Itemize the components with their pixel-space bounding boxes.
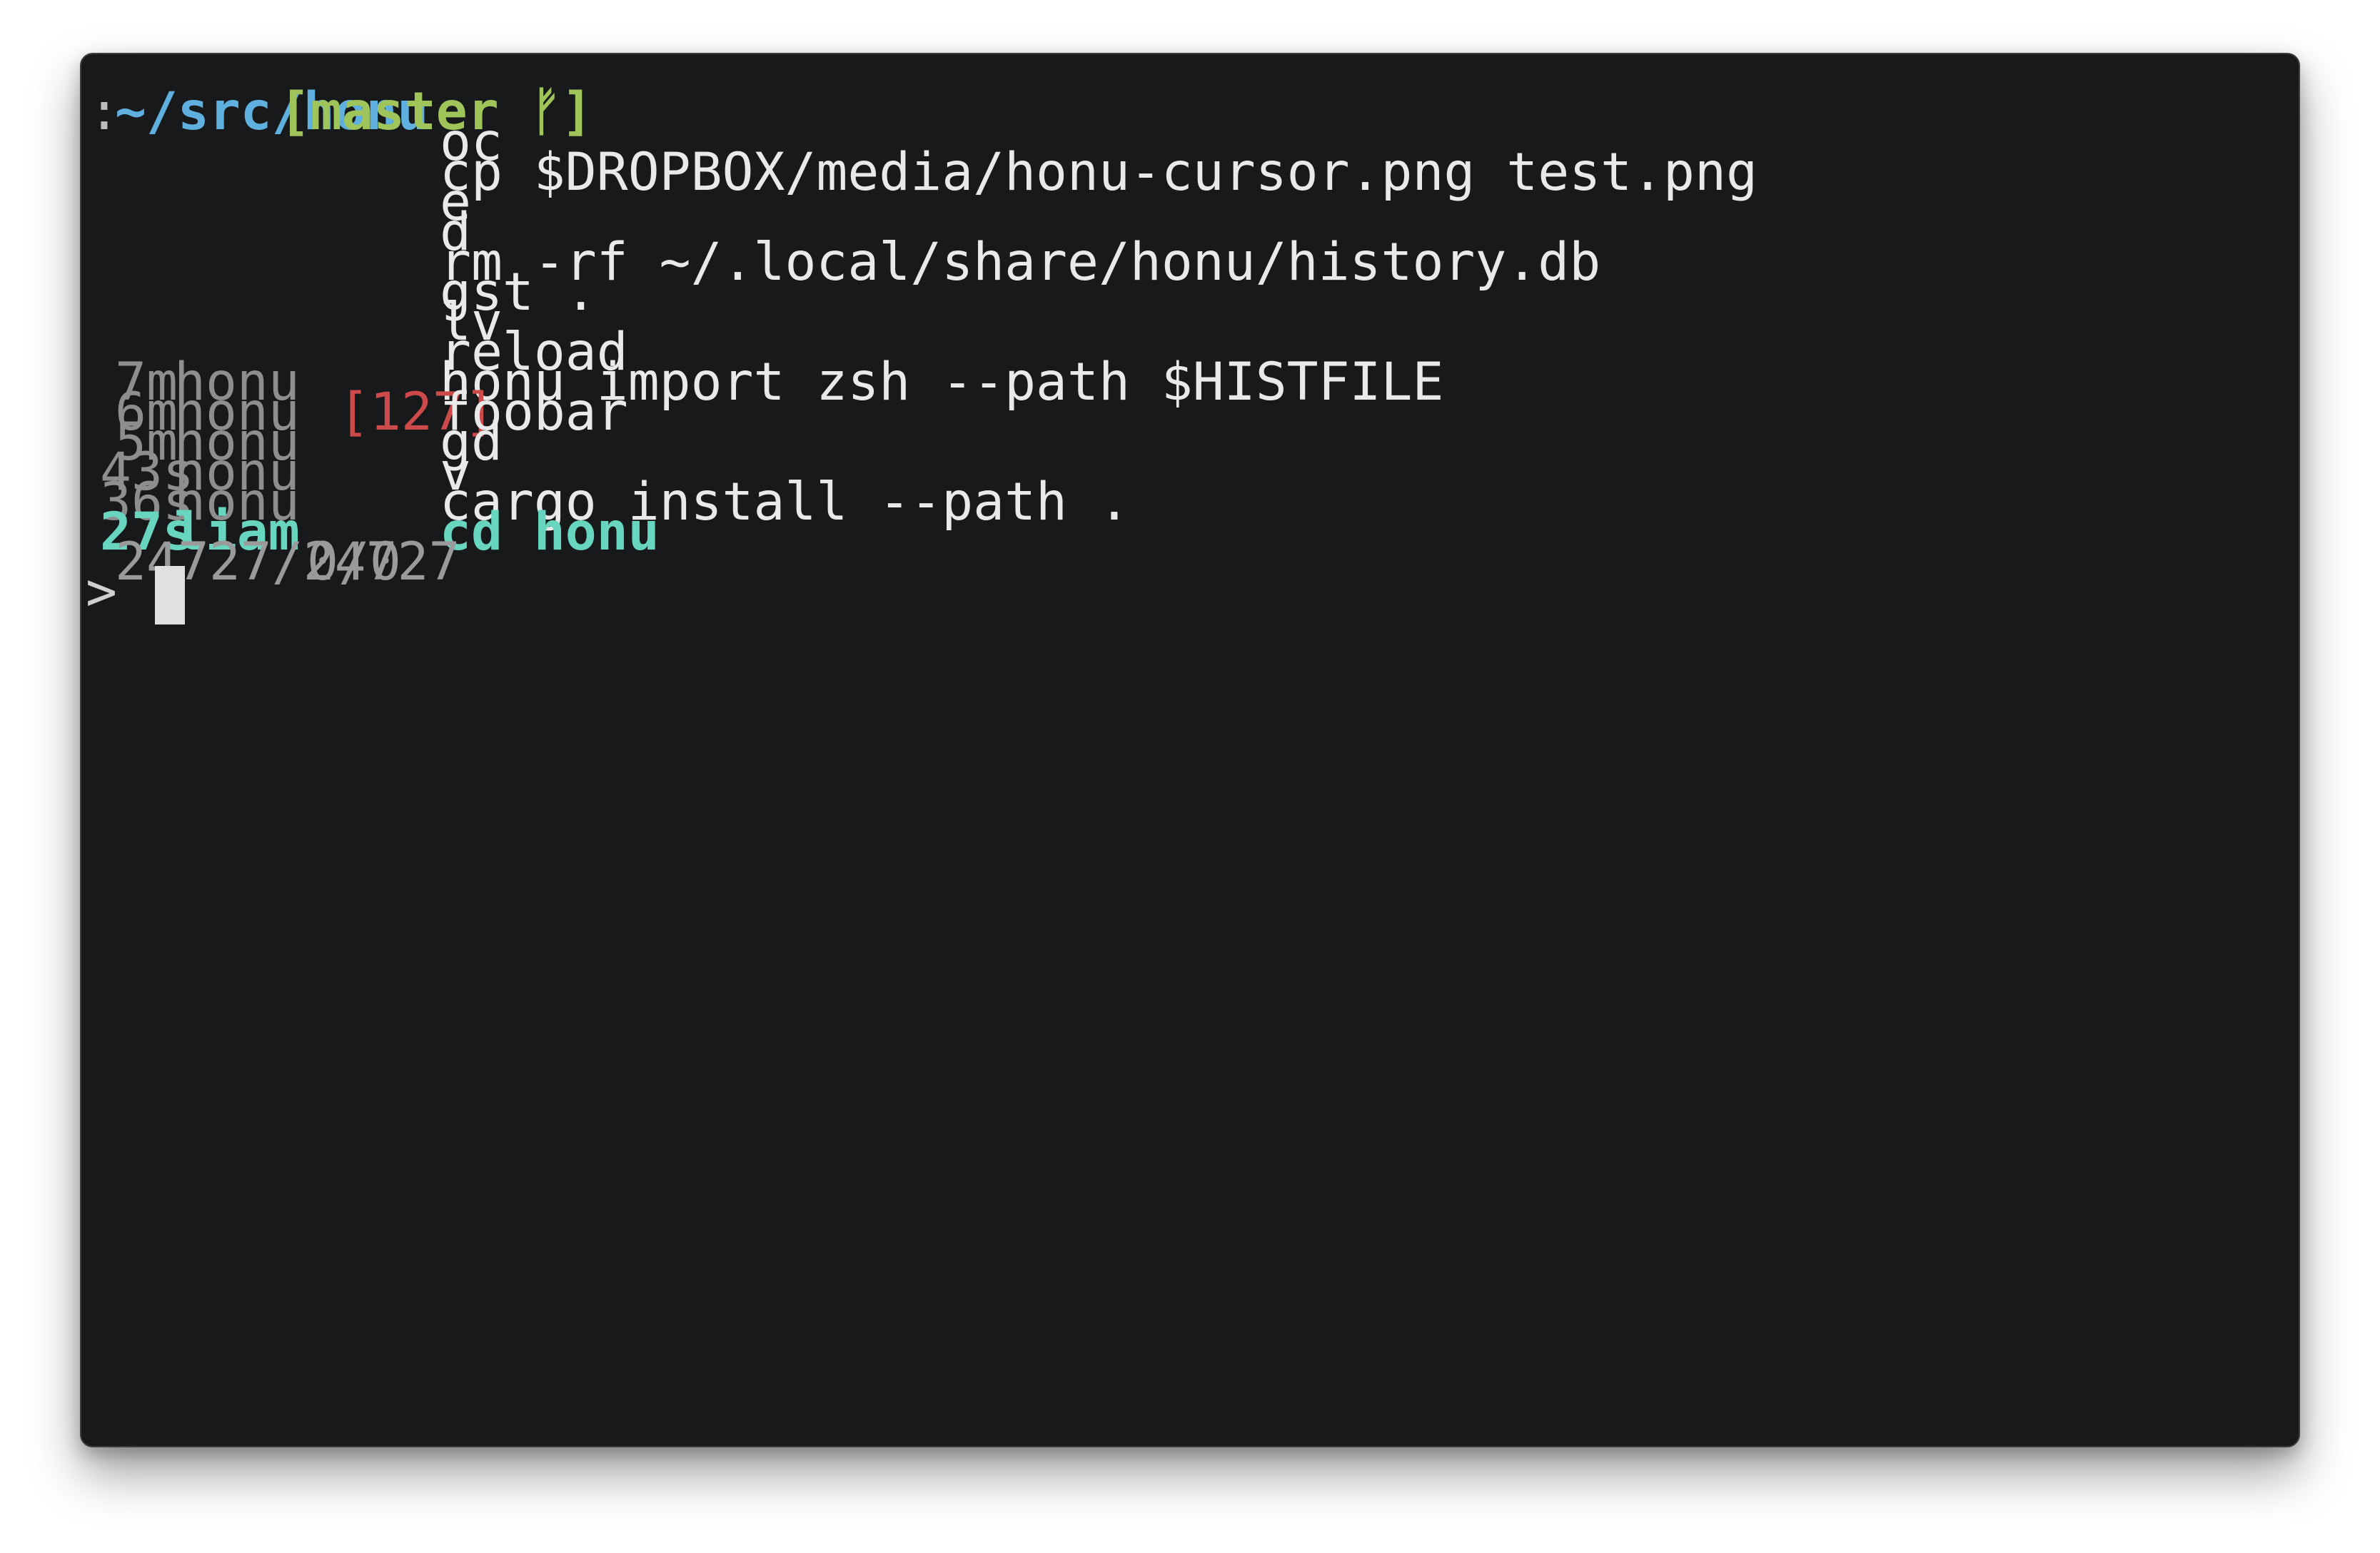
search-prompt[interactable]: > (81, 560, 270, 624)
prompt-arrow-icon: > (86, 562, 117, 622)
history-command: cd honu (440, 502, 660, 562)
history-command: cp $DROPBOX/media/honu-cursor.png test.p… (440, 142, 1758, 203)
terminal-content: : ~/src/honu [master ᚠ] oc cp $DROPBOX/m… (81, 54, 2299, 1446)
history-command: rm -rf ~/.local/share/honu/history.db (440, 232, 1601, 293)
terminal-window: : ~/src/honu [master ᚠ] oc cp $DROPBOX/m… (80, 53, 2300, 1447)
text-cursor (155, 566, 185, 624)
selection-count: 0/0 (307, 532, 401, 592)
